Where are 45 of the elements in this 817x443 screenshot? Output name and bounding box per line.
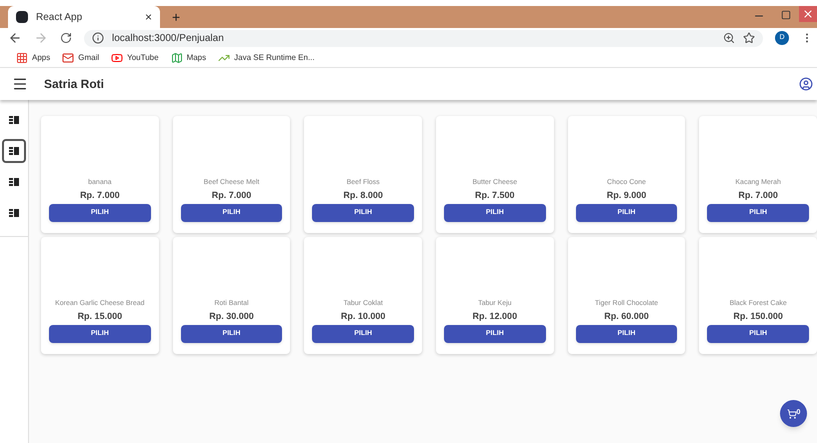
bookmark-link[interactable]: Apps — [16, 52, 50, 64]
restore-icon[interactable] — [781, 10, 791, 20]
view-list-icon — [9, 208, 19, 216]
close-window-button[interactable] — [799, 6, 817, 22]
product-price: Rp. 9.000 — [606, 188, 646, 202]
react-logo-icon — [16, 11, 28, 23]
cart-icon — [786, 408, 797, 418]
new-tab-button[interactable]: + — [160, 6, 192, 28]
bookmark-link[interactable]: YouTube — [111, 52, 159, 64]
star-icon[interactable] — [743, 32, 755, 44]
product-price: Rp. 150.000 — [733, 310, 783, 323]
tab-close[interactable]: × — [144, 8, 152, 26]
address-bar[interactable]: localhost:3000/Penjualan — [84, 30, 763, 46]
product-price: Rp. 7.000 — [738, 188, 778, 202]
product-price: Rp. 12.000 — [472, 310, 518, 323]
bookmark-link[interactable]: Gmail — [62, 52, 100, 64]
account-icon[interactable] — [799, 77, 813, 91]
browser-tab[interactable]: React App × — [8, 6, 160, 28]
product-price: Rp. 7.500 — [475, 188, 515, 202]
menu-icon[interactable] — [12, 76, 28, 92]
close-icon — [802, 8, 814, 20]
app-title: Satria Roti — [44, 76, 106, 93]
view-list-icon — [9, 178, 19, 186]
map-icon — [170, 52, 183, 64]
product-price: Rp. 10.000 — [340, 310, 386, 323]
tab-title: React App — [36, 10, 84, 24]
product-price: Rp. 30.000 — [209, 310, 254, 323]
bookmark-link[interactable]: Maps — [170, 52, 206, 64]
product-price: Rp. 15.000 — [78, 310, 122, 323]
play-icon — [111, 52, 124, 64]
product-price: Rp. 7.000 — [80, 188, 120, 202]
sidebar-item[interactable] — [2, 138, 26, 162]
reload-icon[interactable] — [60, 32, 72, 44]
info-icon — [92, 32, 104, 44]
apps-grid-icon — [16, 52, 28, 64]
zoom-icon[interactable] — [723, 32, 735, 44]
url-text: localhost:3000/Penjualan — [112, 32, 225, 46]
bookmark-link[interactable]: Java SE Runtime En... — [218, 52, 315, 64]
view-list-icon — [9, 116, 19, 124]
back-icon[interactable] — [8, 31, 22, 45]
product-price: Rp. 60.000 — [604, 310, 649, 323]
view-list-icon — [9, 146, 19, 154]
product-price: Rp. 7.000 — [212, 188, 252, 202]
mail-icon — [62, 52, 74, 64]
product-price: Rp. 8.000 — [343, 188, 383, 202]
